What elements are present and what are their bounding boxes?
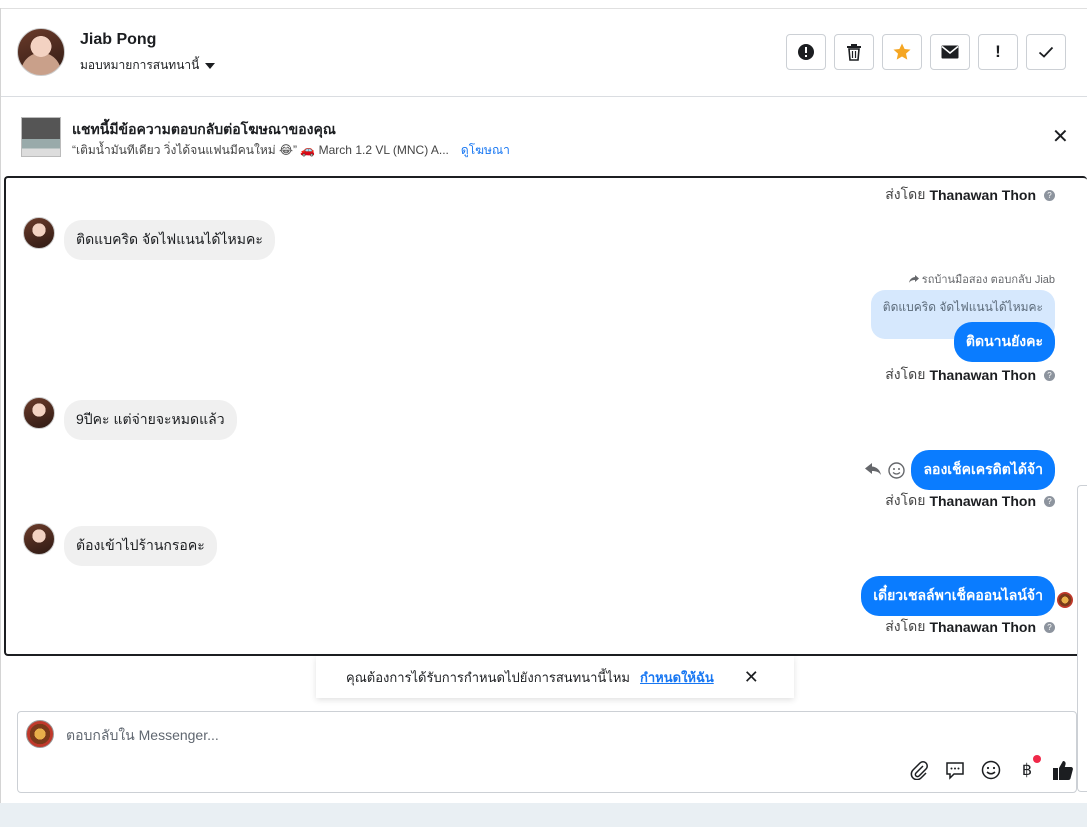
follow-up-button[interactable]: ! xyxy=(978,34,1018,70)
contact-name[interactable]: Jiab Pong xyxy=(80,31,156,49)
sent-by-label: ส่งโดย Thanawan Thon ? xyxy=(885,490,1055,512)
sent-by-label: ส่งโดย Thanawan Thon ? xyxy=(885,184,1055,206)
outgoing-message[interactable]: ลองเช็คเครดิตได้จ้า xyxy=(911,450,1055,490)
incoming-message[interactable]: ติดแบคริด จัดไฟแนนได้ไหมคะ xyxy=(64,220,275,260)
assign-prompt-text: คุณต้องการได้รับการกำหนดไปยังการสนทนานี้… xyxy=(346,669,630,685)
conversation-header xyxy=(1,9,1087,97)
contact-avatar[interactable] xyxy=(17,28,65,76)
envelope-icon xyxy=(941,45,959,59)
sent-by-prefix: ส่งโดย xyxy=(885,618,926,634)
ad-text: “เติมน้ำมันทีเดียว วิ่งได้จนแฟนมีคนใหม่ … xyxy=(72,143,449,157)
trash-icon xyxy=(847,44,861,61)
alert-circle-icon xyxy=(798,44,814,60)
page-avatar xyxy=(26,720,54,748)
contact-avatar-small xyxy=(23,217,55,249)
side-panel-edge xyxy=(1077,485,1087,792)
mark-done-button[interactable] xyxy=(1026,34,1066,70)
close-ad-banner-button[interactable]: ✕ xyxy=(1052,127,1069,147)
help-icon[interactable]: ? xyxy=(1044,621,1055,633)
sent-by-label: ส่งโดย Thanawan Thon ? xyxy=(885,364,1055,386)
ad-banner-subtitle: “เติมน้ำมันทีเดียว วิ่งได้จนแฟนมีคนใหม่ … xyxy=(72,141,510,160)
sender-name: Thanawan Thon xyxy=(929,187,1036,203)
emoji-icon[interactable] xyxy=(978,758,1004,782)
assign-label: มอบหมายการสนทนานี้ xyxy=(80,58,200,72)
help-icon[interactable]: ? xyxy=(1044,189,1055,201)
reply-arrow-icon xyxy=(908,275,919,283)
saved-replies-icon[interactable] xyxy=(942,758,968,782)
assign-prompt-toast: คุณต้องการได้รับการกำหนดไปยังการสนทนานี้… xyxy=(316,656,794,698)
sender-name: Thanawan Thon xyxy=(929,619,1036,635)
message-thread[interactable]: ส่งโดย Thanawan Thon ? ติดแบคริด จัดไฟแน… xyxy=(4,176,1087,656)
assign-to-me-link[interactable]: กำหนดให้ฉัน xyxy=(640,667,714,688)
thumbs-up-icon[interactable] xyxy=(1050,758,1076,782)
reply-icon[interactable] xyxy=(864,461,882,482)
mark-unread-button[interactable] xyxy=(930,34,970,70)
sent-by-prefix: ส่งโดย xyxy=(885,366,926,382)
reply-meta-text: รถบ้านมือสอง ตอบกลับ Jiab xyxy=(921,274,1055,286)
help-icon[interactable]: ? xyxy=(1044,495,1055,507)
view-ad-link[interactable]: ดูโฆษณา xyxy=(461,141,510,160)
attach-icon[interactable] xyxy=(906,758,932,782)
check-icon xyxy=(1038,46,1054,58)
outgoing-message[interactable]: ติดนานยังคะ xyxy=(953,322,1055,362)
sender-name: Thanawan Thon xyxy=(929,367,1036,383)
exclamation-icon: ! xyxy=(995,42,1001,61)
bottom-strip xyxy=(0,803,1087,827)
contact-avatar-small xyxy=(23,397,55,429)
delete-button[interactable] xyxy=(834,34,874,70)
seen-indicator-avatar xyxy=(1057,592,1073,608)
outgoing-message[interactable]: เดี๋ยวเชลล์พาเช็คออนไลน์จ้า xyxy=(861,576,1055,616)
star-icon xyxy=(893,43,911,60)
ad-banner-title: แชทนี้มีข้อความตอบกลับต่อโฆษณาของคุณ xyxy=(72,121,336,137)
close-toast-button[interactable]: ✕ xyxy=(744,667,759,688)
react-smiley-icon[interactable] xyxy=(888,462,905,484)
report-spam-button[interactable] xyxy=(786,34,826,70)
reply-meta: รถบ้านมือสอง ตอบกลับ Jiab xyxy=(908,270,1055,288)
reply-input[interactable] xyxy=(66,727,766,743)
notification-dot xyxy=(1033,755,1041,763)
sent-by-prefix: ส่งโดย xyxy=(885,492,926,508)
sent-by-prefix: ส่งโดย xyxy=(885,186,926,202)
sender-name: Thanawan Thon xyxy=(929,493,1036,509)
caret-down-icon xyxy=(205,62,216,69)
assign-conversation-dropdown[interactable]: มอบหมายการสนทนานี้ xyxy=(80,56,216,75)
frame-left-border xyxy=(0,8,1,803)
incoming-message[interactable]: ต้องเข้าไปร้านกรอคะ xyxy=(64,526,217,566)
help-icon[interactable]: ? xyxy=(1044,369,1055,381)
incoming-message[interactable]: 9ปีคะ แต่จ่ายจะหมดแล้ว xyxy=(64,400,237,440)
sent-by-label: ส่งโดย Thanawan Thon ? xyxy=(885,616,1055,638)
ad-thumbnail xyxy=(21,117,61,157)
star-button[interactable] xyxy=(882,34,922,70)
contact-avatar-small xyxy=(23,523,55,555)
